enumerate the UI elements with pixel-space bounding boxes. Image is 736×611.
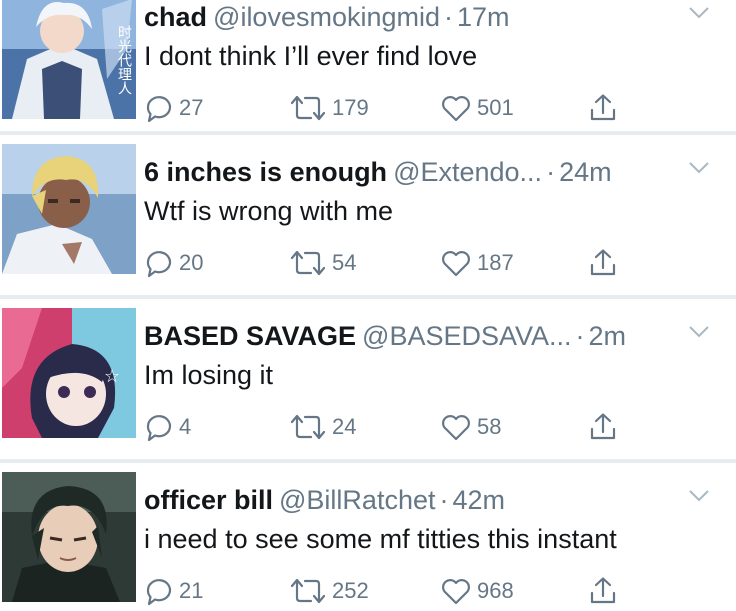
like-count: 187 bbox=[477, 250, 514, 275]
retweet-count: 24 bbox=[332, 414, 357, 439]
timeline-feed: 时光代理人 chad @ilovesmokingmid · 17m I dont th… bbox=[0, 0, 736, 611]
heart-icon bbox=[442, 96, 470, 122]
reply-icon bbox=[146, 251, 172, 278]
like-button[interactable]: 58 bbox=[440, 409, 501, 445]
tweet[interactable]: ☆ BASED SAVAGE @BASEDSAVA... · 2m Im losing… bbox=[0, 299, 736, 462]
avatar[interactable] bbox=[2, 472, 136, 602]
user-handle[interactable]: @ilovesmokingmid bbox=[213, 2, 440, 32]
tweet-text: Im losing it bbox=[144, 360, 274, 390]
retweet-icon bbox=[290, 414, 326, 440]
tweet-actions: 4 24 58 bbox=[144, 409, 644, 445]
tweet-text: I dont think I’ll ever find love bbox=[144, 41, 478, 71]
like-button[interactable]: 968 bbox=[440, 573, 514, 609]
user-handle[interactable]: @BASEDSAVA... bbox=[362, 321, 571, 351]
timestamp[interactable]: 42m bbox=[452, 485, 505, 515]
reply-button[interactable]: 21 bbox=[144, 573, 203, 609]
retweet-icon bbox=[290, 250, 326, 276]
tweet-text: Wtf is wrong with me bbox=[144, 196, 394, 226]
avatar-caption: 时光代理人 bbox=[116, 25, 132, 95]
separator-dot: · bbox=[439, 485, 449, 515]
timestamp[interactable]: 2m bbox=[589, 321, 627, 351]
separator-dot: · bbox=[575, 321, 585, 351]
tweet-actions: 20 54 187 bbox=[144, 245, 644, 281]
chevron-down-icon[interactable] bbox=[688, 6, 710, 20]
share-button[interactable] bbox=[588, 409, 618, 445]
avatar[interactable]: ☆ bbox=[2, 308, 136, 438]
share-button[interactable] bbox=[588, 90, 618, 126]
reply-icon bbox=[146, 415, 172, 442]
tweet-header: BASED SAVAGE @BASEDSAVA... · 2m bbox=[144, 319, 716, 353]
tweet-header: officer bill @BillRatchet · 42m bbox=[144, 483, 716, 517]
display-name[interactable]: 6 inches is enough bbox=[144, 157, 387, 187]
user-handle[interactable]: @Extendo... bbox=[393, 157, 542, 187]
chevron-down-icon[interactable] bbox=[688, 325, 710, 339]
avatar[interactable] bbox=[2, 144, 136, 274]
separator-dot: · bbox=[546, 157, 556, 187]
svg-text:☆: ☆ bbox=[104, 366, 120, 387]
tweet-header: 6 inches is enough @Extendo... · 24m bbox=[144, 155, 716, 189]
share-icon bbox=[590, 413, 616, 440]
retweet-count: 252 bbox=[332, 578, 369, 603]
like-count: 58 bbox=[477, 414, 502, 439]
reply-count: 20 bbox=[179, 250, 204, 275]
retweet-count: 179 bbox=[332, 95, 369, 120]
reply-icon bbox=[146, 96, 172, 123]
share-icon bbox=[590, 577, 616, 604]
display-name[interactable]: officer bill bbox=[144, 485, 273, 515]
avatar[interactable]: 时光代理人 bbox=[2, 0, 136, 119]
retweet-button[interactable]: 252 bbox=[289, 573, 369, 609]
tweet[interactable]: 时光代理人 chad @ilovesmokingmid · 17m I dont th… bbox=[0, 0, 736, 143]
tweet[interactable]: 6 inches is enough @Extendo... · 24m Wtf is… bbox=[0, 135, 736, 298]
tweet-actions: 21 252 968 bbox=[144, 573, 644, 609]
heart-icon bbox=[442, 415, 470, 441]
reply-button[interactable]: 4 bbox=[144, 409, 191, 445]
like-count: 968 bbox=[477, 578, 514, 603]
retweet-count: 54 bbox=[332, 250, 357, 275]
user-handle[interactable]: @BillRatchet bbox=[279, 485, 435, 515]
reply-count: 21 bbox=[179, 578, 204, 603]
share-button[interactable] bbox=[588, 245, 618, 281]
chevron-down-icon[interactable] bbox=[688, 161, 710, 175]
reply-count: 27 bbox=[179, 95, 204, 120]
retweet-icon bbox=[290, 578, 326, 604]
heart-icon bbox=[442, 251, 470, 277]
retweet-button[interactable]: 179 bbox=[289, 90, 369, 126]
chevron-down-icon[interactable] bbox=[688, 489, 710, 503]
reply-count: 4 bbox=[179, 414, 192, 439]
heart-icon bbox=[442, 579, 470, 605]
reply-button[interactable]: 20 bbox=[144, 245, 203, 281]
share-button[interactable] bbox=[588, 573, 618, 609]
display-name[interactable]: chad bbox=[144, 2, 207, 32]
separator-dot: · bbox=[444, 2, 454, 32]
reply-button[interactable]: 27 bbox=[144, 90, 203, 126]
share-icon bbox=[590, 94, 616, 121]
reply-icon bbox=[146, 579, 172, 606]
retweet-icon bbox=[290, 95, 326, 121]
retweet-button[interactable]: 24 bbox=[289, 409, 356, 445]
like-button[interactable]: 187 bbox=[440, 245, 514, 281]
tweet[interactable]: officer bill @BillRatchet · 42m i need to s… bbox=[0, 463, 736, 611]
tweet-actions: 27 179 501 bbox=[144, 90, 644, 126]
retweet-button[interactable]: 54 bbox=[289, 245, 356, 281]
like-count: 501 bbox=[477, 95, 514, 120]
like-button[interactable]: 501 bbox=[440, 90, 514, 126]
timestamp[interactable]: 24m bbox=[559, 157, 612, 187]
tweet-text: i need to see some mf titties this insta… bbox=[144, 524, 617, 554]
share-icon bbox=[590, 249, 616, 276]
timestamp[interactable]: 17m bbox=[457, 2, 510, 32]
display-name[interactable]: BASED SAVAGE bbox=[144, 321, 356, 351]
tweet-header: chad @ilovesmokingmid · 17m bbox=[144, 0, 716, 34]
